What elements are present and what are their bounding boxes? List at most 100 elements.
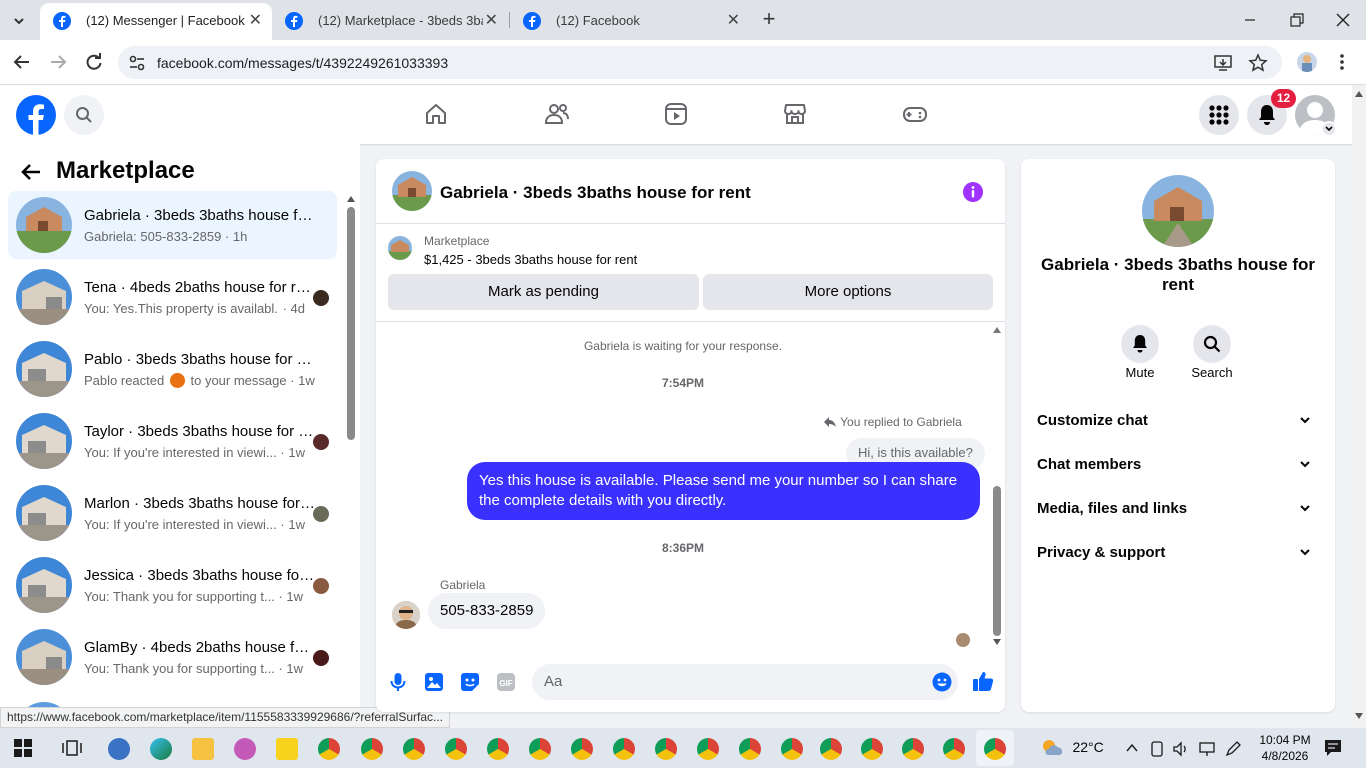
menu-button[interactable] [1199,95,1239,135]
conversation-item[interactable]: GlamBy · 4beds 2baths house for rent You… [8,623,337,691]
chrome-profile-app-icon[interactable] [403,738,425,760]
voice-clip-button[interactable] [388,672,408,692]
restore-button[interactable] [1286,10,1306,30]
chrome-profile-app-icon[interactable] [445,738,467,760]
tab-messenger[interactable]: (12) Messenger | Facebook ✕ [40,3,272,40]
facebook-logo[interactable] [16,95,56,135]
conversation-item[interactable]: Taylor · 3beds 3baths house for rent You… [8,407,337,475]
sent-message[interactable]: Yes this house is available. Please send… [467,462,980,520]
nav-friends[interactable] [544,102,570,126]
profile-picture[interactable] [1142,175,1214,247]
conversation-item[interactable]: Tena · 4beds 2baths house for rent You: … [8,263,337,331]
clock[interactable]: 10:04 PM 4/8/2026 [1256,732,1314,764]
chrome-profile-app-icon[interactable] [820,738,842,760]
address-bar[interactable]: facebook.com/messages/t/4392249261033393 [118,46,1282,79]
back-button[interactable] [20,161,42,183]
message-input[interactable]: Aa [532,664,958,700]
sticky-notes-app-icon[interactable] [276,738,298,760]
sticker-button[interactable] [460,672,480,692]
received-message[interactable]: 505-833-2859 [428,593,546,629]
chat-pane: Gabriela · 3beds 3baths house for rent M… [376,159,1005,712]
listing-thumbnail[interactable] [388,236,412,260]
defender-app-icon[interactable] [108,738,130,760]
install-app-icon[interactable] [1214,54,1232,72]
back-button[interactable] [12,52,32,72]
nav-home[interactable] [424,102,448,126]
browser-menu-button[interactable] [1336,52,1348,72]
bookmark-star-icon[interactable] [1248,53,1268,73]
search-button[interactable] [64,95,104,135]
gif-button[interactable]: GIF [496,672,516,692]
file-explorer-app-icon[interactable] [192,738,214,760]
forward-button[interactable] [48,52,68,72]
close-icon[interactable]: ✕ [249,3,262,38]
profile-avatar[interactable] [1297,52,1317,72]
reload-button[interactable] [84,52,104,72]
nav-marketplace[interactable] [783,102,807,126]
weather-widget[interactable]: 22°C [1040,737,1104,757]
conversation-info-button[interactable] [962,181,984,203]
chrome-profile-app-icon[interactable] [781,738,803,760]
system-tray[interactable] [1124,740,1244,758]
edge-app-icon[interactable] [150,738,172,760]
site-settings-icon[interactable] [128,54,146,72]
close-icon[interactable]: ✕ [485,3,498,38]
chat-members-section[interactable]: Chat members [1037,456,1319,473]
chrome-profile-app-icon[interactable] [697,738,719,760]
notification-center-button[interactable] [1324,739,1342,757]
start-button[interactable] [14,739,32,757]
chrome-profile-app-icon[interactable] [571,738,593,760]
chrome-profile-app-icon[interactable] [655,738,677,760]
paint-app-icon[interactable] [234,738,256,760]
conversation-item[interactable]: Pablo · 3beds 3baths house for rent Pabl… [8,335,337,403]
tab-facebook[interactable]: (12) Facebook ✕ [510,3,750,40]
customize-chat-section[interactable]: Customize chat [1037,412,1319,429]
chrome-profile-app-icon[interactable] [861,738,883,760]
listing-description[interactable]: $1,425 - 3beds 3baths house for rent [424,252,637,267]
conversation-list-scrollbar[interactable] [344,192,358,728]
url-text[interactable]: facebook.com/messages/t/4392249261033393 [157,55,448,71]
privacy-support-section[interactable]: Privacy & support [1037,544,1319,561]
conversation-preview: You: If you're interested in viewi... · … [84,517,316,532]
conversation-item[interactable]: Gabriela · 3beds 3baths house for rent G… [8,191,337,259]
chrome-app-icon[interactable] [318,738,340,760]
close-window-button[interactable] [1333,10,1353,30]
attach-photo-button[interactable] [424,672,444,692]
media-files-links-section[interactable]: Media, files and links [1037,500,1319,517]
chrome-profile-app-icon[interactable] [613,738,635,760]
close-icon[interactable]: ✕ [727,3,740,38]
more-options-button[interactable]: More options [703,274,993,310]
emoji-icon[interactable] [932,672,952,692]
new-tab-button[interactable]: + [758,8,780,30]
chrome-profile-app-icon[interactable] [529,738,551,760]
chat-avatar[interactable] [392,171,432,211]
search-conversation-button[interactable] [1193,325,1231,363]
chat-scrollbar[interactable] [990,323,1004,650]
scrollbar-thumb[interactable] [347,207,355,440]
chat-title[interactable]: Gabriela · 3beds 3baths house for rent [440,183,751,203]
scrollbar-thumb[interactable] [993,486,1001,636]
chrome-profile-app-icon[interactable] [902,738,924,760]
mark-as-pending-button[interactable]: Mark as pending [388,274,699,310]
like-button[interactable] [972,670,994,692]
sender-avatar[interactable] [392,601,420,629]
bell-icon [1259,105,1275,125]
conversation-item[interactable]: Jessica · 3beds 3baths house for rent Yo… [8,551,337,619]
page-scrollbar[interactable] [1352,85,1366,728]
tab-marketplace[interactable]: (12) Marketplace - 3beds 3bath ✕ [272,3,508,40]
conversation-item[interactable]: Marlon · 3beds 3baths house for rent You… [8,479,337,547]
account-chevron[interactable] [1321,121,1337,137]
nav-gaming[interactable] [902,102,928,126]
chrome-profile-app-icon[interactable] [487,738,509,760]
task-view-button[interactable] [62,739,82,757]
mute-button[interactable] [1121,325,1159,363]
minimize-button[interactable] [1240,12,1260,28]
chrome-profile-app-icon[interactable] [361,738,383,760]
active-app-highlight[interactable] [976,730,1014,766]
tab-search-button[interactable] [8,10,30,32]
chrome-profile-app-icon[interactable] [984,738,1006,760]
read-receipt-avatar [956,633,970,647]
chrome-profile-app-icon[interactable] [739,738,761,760]
chrome-profile-app-icon[interactable] [943,738,965,760]
nav-video[interactable] [664,102,688,126]
